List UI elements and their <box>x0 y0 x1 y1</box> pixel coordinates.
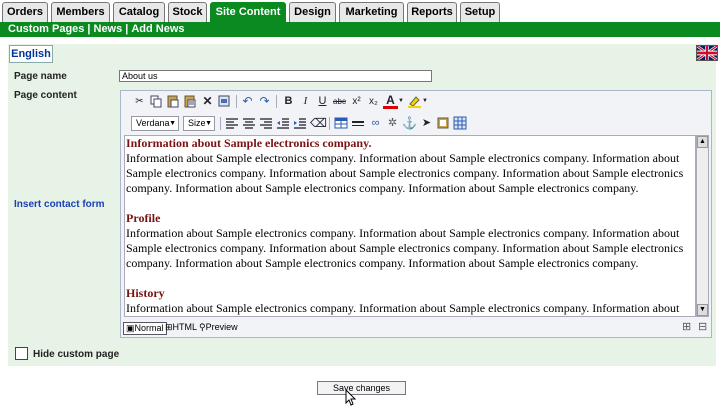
toolbar-separator <box>220 117 221 130</box>
editor-toolbar-row-1: ✂ ✕ ↶ ↷ B I U abc x² x₂ A ▼ ▼ <box>121 91 711 112</box>
sub-navigation: Custom Pages | News | Add News <box>0 22 720 37</box>
mode-normal-tab[interactable]: ▣Normal <box>123 322 167 335</box>
chevron-down-icon[interactable]: ▼ <box>397 94 405 109</box>
normal-mode-icon: ▣ <box>126 323 135 333</box>
content-paragraph: Information about Sample electronics com… <box>126 301 680 315</box>
tab-members[interactable]: Members <box>51 2 110 22</box>
mode-preview-tab[interactable]: ⚲Preview <box>197 322 240 335</box>
underline-icon[interactable]: U <box>315 94 330 109</box>
tab-stock[interactable]: Stock <box>168 2 207 22</box>
subscript-icon[interactable]: x₂ <box>366 94 381 109</box>
paste-text-icon[interactable] <box>183 94 198 109</box>
language-tab-english[interactable]: English <box>9 45 53 63</box>
subnav-news[interactable]: News <box>94 23 123 35</box>
toolbar-separator <box>329 117 330 130</box>
delete-icon[interactable]: ✕ <box>200 94 215 109</box>
align-left-icon[interactable] <box>225 116 240 131</box>
align-center-icon[interactable] <box>242 116 257 131</box>
toolbar-separator <box>236 95 237 108</box>
tab-design[interactable]: Design <box>289 2 336 22</box>
highlight-color-icon[interactable] <box>407 94 422 109</box>
chevron-down-icon: ▼ <box>205 120 212 127</box>
scroll-down-icon[interactable]: ▼ <box>697 304 708 316</box>
mode-html-label: HTML <box>172 322 198 332</box>
mouse-cursor-icon <box>345 388 357 407</box>
link-icon[interactable]: ∞ <box>368 116 383 131</box>
toolbar-separator <box>276 95 277 108</box>
insert-contact-form-link[interactable]: Insert contact form <box>14 199 105 210</box>
html-mode-icon: ⊞ <box>165 322 173 332</box>
superscript-icon[interactable]: x² <box>349 94 364 109</box>
subnav-add-news[interactable]: Add News <box>131 23 184 35</box>
font-color-icon[interactable]: A <box>383 94 398 109</box>
editor-mode-bar: ▣Normal ⊞HTML ⚲Preview ⊞ ⊟ <box>121 319 711 337</box>
expand-editor-icon[interactable]: ⊞ <box>680 322 693 335</box>
align-right-icon[interactable] <box>259 116 274 131</box>
tab-catalog[interactable]: Catalog <box>113 2 165 22</box>
copy-icon[interactable] <box>149 94 164 109</box>
hide-custom-page-label: Hide custom page <box>33 349 120 360</box>
tab-reports[interactable]: Reports <box>407 2 457 22</box>
content-heading: Profile <box>126 211 161 225</box>
redo-icon[interactable]: ↷ <box>257 94 272 109</box>
subnav-separator: | <box>125 23 129 35</box>
paste-icon[interactable] <box>166 94 181 109</box>
shrink-editor-icon[interactable]: ⊟ <box>696 322 709 335</box>
mode-html-tab[interactable]: ⊞HTML <box>163 322 199 335</box>
anchor-icon[interactable]: ⚓ <box>402 116 417 131</box>
subnav-custom-pages[interactable]: Custom Pages <box>8 23 84 35</box>
indent-icon[interactable] <box>293 116 308 131</box>
scroll-up-icon[interactable]: ▲ <box>697 136 708 148</box>
page-name-input[interactable] <box>119 70 432 82</box>
content-heading: History <box>126 286 165 300</box>
horizontal-rule-icon[interactable] <box>351 116 366 131</box>
insert-table-icon[interactable] <box>334 116 349 131</box>
strikethrough-icon[interactable]: abc <box>332 94 347 109</box>
rich-text-editor: ✂ ✕ ↶ ↷ B I U abc x² x₂ A ▼ ▼ Verdana ▼ S… <box>120 90 712 338</box>
hide-custom-page-checkbox[interactable] <box>15 347 28 360</box>
insert-image-icon[interactable] <box>436 116 451 131</box>
editor-scrollbar[interactable]: ▲ ▼ <box>696 135 709 317</box>
page-content-label: Page content <box>14 90 77 101</box>
cut-icon[interactable]: ✂ <box>132 94 147 109</box>
content-heading: Information about Sample electronics com… <box>126 136 372 150</box>
pointer-icon[interactable]: ➤ <box>419 116 434 131</box>
eraser-icon[interactable]: ⌫ <box>310 116 327 131</box>
bold-icon[interactable]: B <box>281 94 296 109</box>
uk-flag-icon[interactable] <box>696 44 718 62</box>
editor-toolbar-row-2: Verdana ▼ Size ▼ ⌫ ∞ ✲ ⚓ ➤ <box>121 113 711 134</box>
magnifier-icon: ⚲ <box>199 322 206 332</box>
unlink-icon[interactable]: ✲ <box>385 116 400 131</box>
mode-preview-label: Preview <box>205 322 238 332</box>
chevron-down-icon: ▼ <box>169 120 176 127</box>
outdent-icon[interactable] <box>276 116 291 131</box>
main-tabs: Orders Members Catalog Stock Site Conten… <box>0 0 720 22</box>
font-family-select[interactable]: Verdana ▼ <box>131 116 179 131</box>
tab-marketing[interactable]: Marketing <box>339 2 404 22</box>
show-grid-icon[interactable] <box>453 116 468 131</box>
chevron-down-icon[interactable]: ▼ <box>421 94 429 109</box>
subnav-separator: | <box>87 23 91 35</box>
tab-setup[interactable]: Setup <box>460 2 500 22</box>
select-all-icon[interactable] <box>217 94 232 109</box>
content-paragraph: Information about Sample electronics com… <box>126 226 684 270</box>
font-size-value: Size <box>188 118 206 128</box>
save-changes-button[interactable]: Save changes <box>317 381 406 395</box>
content-paragraph: Information about Sample electronics com… <box>126 151 684 195</box>
undo-icon[interactable]: ↶ <box>240 94 255 109</box>
font-size-select[interactable]: Size ▼ <box>183 116 215 131</box>
mode-normal-label: Normal <box>134 323 164 333</box>
font-family-value: Verdana <box>136 118 170 128</box>
italic-icon[interactable]: I <box>298 94 313 109</box>
tab-orders[interactable]: Orders <box>2 2 48 22</box>
editor-content-area[interactable]: Information about Sample electronics com… <box>124 135 696 317</box>
tab-site-content[interactable]: Site Content <box>210 2 286 22</box>
page-name-label: Page name <box>14 71 67 82</box>
